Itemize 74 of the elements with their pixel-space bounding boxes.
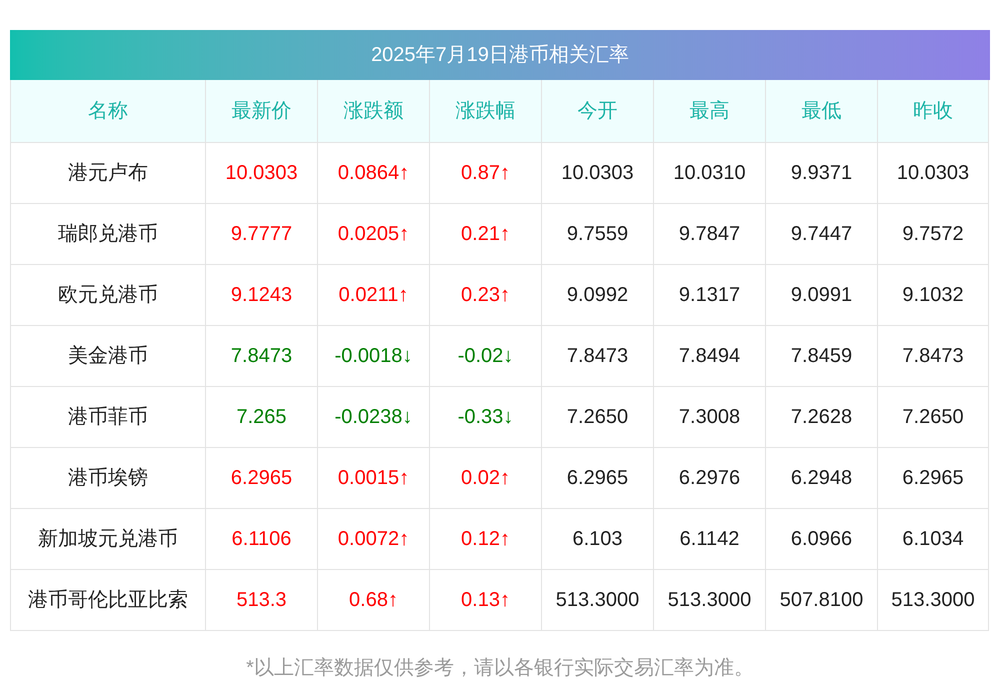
table-cell: 0.12↑ [430,508,542,569]
table-cell: 7.8473 [542,325,654,386]
table-cell: 6.2976 [654,447,766,508]
table-cell: 0.87↑ [430,142,542,203]
table-cell: -0.0018↓ [318,325,430,386]
table-cell: 新加坡元兑港币 [10,508,206,569]
column-header: 昨收 [878,80,988,142]
column-header: 涨跌额 [318,80,430,142]
table-cell: 7.3008 [654,386,766,447]
table-cell: 0.0864↑ [318,142,430,203]
table-cell: 10.0303 [878,142,988,203]
column-header: 今开 [542,80,654,142]
column-header: 涨跌幅 [430,80,542,142]
table-cell: 6.2965 [206,447,318,508]
table-title: 2025年7月19日港币相关汇率 [10,30,990,80]
column-header: 最低 [766,80,878,142]
table-cell: 6.1106 [206,508,318,569]
table-cell: 6.1034 [878,508,988,569]
table-cell: 7.8473 [878,325,988,386]
table-cell: 9.0992 [542,264,654,325]
table-cell: 欧元兑港币 [10,264,206,325]
disclaimer-note: *以上汇率数据仅供参考，请以各银行实际交易汇率为准。 [245,656,755,680]
table-cell: 10.0310 [654,142,766,203]
table-cell: 9.7572 [878,203,988,264]
table-cell: 9.9371 [766,142,878,203]
table-cell: 6.2965 [542,447,654,508]
column-header: 最高 [654,80,766,142]
table-cell: -0.02↓ [430,325,542,386]
table-cell: 7.8494 [654,325,766,386]
table-cell: 9.1317 [654,264,766,325]
table-cell: 7.2650 [878,386,988,447]
table-cell: -0.0238↓ [318,386,430,447]
table-cell: 港币菲币 [10,386,206,447]
table-cell: 9.0991 [766,264,878,325]
table-cell: 9.1243 [206,264,318,325]
table-cell: 6.2948 [766,447,878,508]
table-cell: 0.21↑ [430,203,542,264]
table-cell: 513.3000 [654,569,766,630]
table-cell: 9.1032 [878,264,988,325]
table-cell: 513.3000 [542,569,654,630]
table-cell: 6.103 [542,508,654,569]
table-cell: 港币哥伦比亚比索 [10,569,206,630]
table-cell: 0.23↑ [430,264,542,325]
table-cell: 0.02↑ [430,447,542,508]
table-cell: 7.8459 [766,325,878,386]
table-cell: 9.7777 [206,203,318,264]
table-cell: 6.0966 [766,508,878,569]
table-cell: 7.2628 [766,386,878,447]
table-cell: 0.0211↑ [318,264,430,325]
table-cell: 美金港币 [10,325,206,386]
table-cell: 0.0015↑ [318,447,430,508]
table-cell: 港币埃镑 [10,447,206,508]
table-cell: 6.2965 [878,447,988,508]
table-cell: 0.0205↑ [318,203,430,264]
table-cell: 10.0303 [206,142,318,203]
table-cell: 0.68↑ [318,569,430,630]
table-cell: 10.0303 [542,142,654,203]
table-cell: 7.265 [206,386,318,447]
table-cell: 6.1142 [654,508,766,569]
table-cell: 9.7559 [542,203,654,264]
table-cell: -0.33↓ [430,386,542,447]
table-cell: 513.3000 [878,569,988,630]
table-cell: 9.7847 [654,203,766,264]
table-cell: 0.13↑ [430,569,542,630]
table-cell: 7.8473 [206,325,318,386]
column-header: 名称 [10,80,206,142]
table-cell: 0.0072↑ [318,508,430,569]
table-cell: 513.3 [206,569,318,630]
table-cell: 7.2650 [542,386,654,447]
column-header: 最新价 [206,80,318,142]
table-cell: 港元卢布 [10,142,206,203]
table-cell: 507.8100 [766,569,878,630]
table-cell: 瑞郎兑港币 [10,203,206,264]
table-cell: 9.7447 [766,203,878,264]
